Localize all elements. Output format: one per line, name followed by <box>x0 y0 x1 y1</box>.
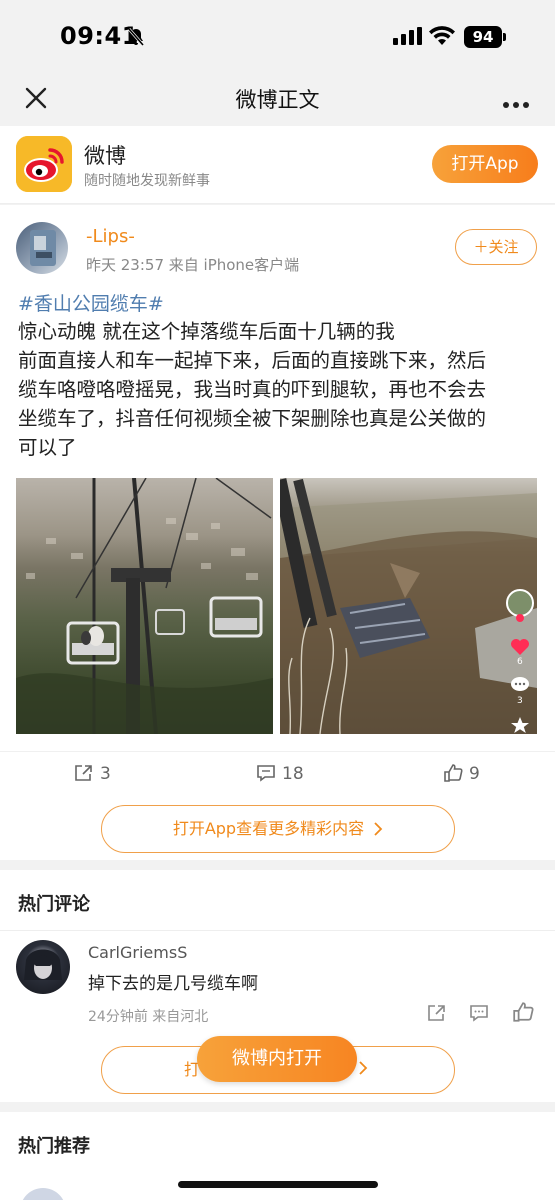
cellular-signal-icon <box>393 27 423 49</box>
post-card: -Lips- 昨天 23:57 来自 iPhone客户端 ＋关注 #香山公园缆车… <box>0 205 555 860</box>
weibo-logo-icon <box>16 136 72 192</box>
nav-bar: 微博正文 <box>0 72 555 126</box>
bell-muted-icon <box>126 27 146 51</box>
video-comment-count: 3 <box>517 696 523 706</box>
repost-button[interactable]: 3 <box>74 764 111 784</box>
follow-button[interactable]: ＋关注 <box>455 229 537 265</box>
open-in-weibo-button[interactable]: 微博内打开 <box>197 1036 357 1082</box>
chevron-right-icon <box>374 822 383 836</box>
comment-count: 18 <box>282 764 304 784</box>
chat-bubble-icon <box>510 676 530 698</box>
post-photo-2[interactable]: 6 3 <box>280 478 537 734</box>
like-button[interactable]: 9 <box>443 764 480 784</box>
wifi-icon <box>428 25 456 51</box>
open-app-more-button[interactable]: 打开App查看更多精彩内容 <box>101 805 455 853</box>
comment-meta: 24分钟前 来自河北 <box>88 1009 209 1025</box>
status-bar: 09:41 94 <box>0 0 555 72</box>
hot-recommendations-title: 热门推荐 <box>18 1136 90 1157</box>
comment-reply-icon[interactable] <box>469 1004 489 1026</box>
app-slogan: 随时随地发现新鲜事 <box>84 173 210 189</box>
app-name: 微博 <box>84 144 126 168</box>
post-text-line: 可以了 <box>18 436 77 459</box>
topic-hashtag-link[interactable]: #香山公园缆车# <box>18 289 164 316</box>
commenter-name[interactable]: CarlGriemsS <box>88 943 187 962</box>
author-avatar[interactable] <box>16 222 68 274</box>
thumbs-up-icon <box>444 764 463 782</box>
star-icon <box>510 716 530 734</box>
video-like-count: 6 <box>517 657 523 667</box>
comment-like-icon[interactable] <box>512 1002 534 1026</box>
more-options-icon[interactable] <box>502 94 530 113</box>
hot-comments-title: 热门评论 <box>18 894 90 915</box>
open-app-button[interactable]: 打开App <box>432 145 538 183</box>
commenter-avatar[interactable] <box>16 940 70 994</box>
post-text-line: 坐缆车了，抖音任何视频全被下架删除也真是公关做的 <box>18 407 487 430</box>
repost-icon <box>75 765 92 781</box>
comment-button[interactable]: 18 <box>256 764 304 784</box>
post-action-bar: 3 18 9 <box>0 751 555 795</box>
chevron-right-icon <box>359 1061 368 1075</box>
post-meta: 昨天 23:57 来自 iPhone客户端 <box>86 256 300 274</box>
post-text-line: 惊心动魄 就在这个掉落缆车后面十几辆的我 <box>18 320 395 343</box>
post-text-line: 前面直接人和车一起掉下来，后面的直接跳下来，然后 <box>18 349 487 372</box>
comment-text: 掉下去的是几号缆车啊 <box>88 974 258 994</box>
repost-count: 3 <box>100 764 111 784</box>
divider <box>0 930 555 931</box>
post-body: 惊心动魄 就在这个掉落缆车后面十几辆的我 前面直接人和车一起掉下来，后面的直接跳… <box>18 317 538 462</box>
post-photo-1[interactable] <box>16 478 273 734</box>
author-name[interactable]: -Lips- <box>86 226 135 247</box>
post-text-line: 缆车咯噔咯噔摇晃，我当时真的吓到腿软，再也不会去 <box>18 378 487 401</box>
open-app-more-label: 打开App查看更多精彩内容 <box>172 819 365 838</box>
recommended-user-avatar[interactable] <box>20 1188 66 1200</box>
home-indicator <box>178 1181 378 1188</box>
comment-repost-icon[interactable] <box>427 1004 447 1026</box>
like-count: 9 <box>469 764 480 784</box>
page-title: 微博正文 <box>235 88 320 112</box>
battery-indicator: 94 <box>464 26 506 48</box>
app-download-banner: 微博 随时随地发现新鲜事 打开App <box>0 126 555 204</box>
comment-icon <box>257 765 275 782</box>
